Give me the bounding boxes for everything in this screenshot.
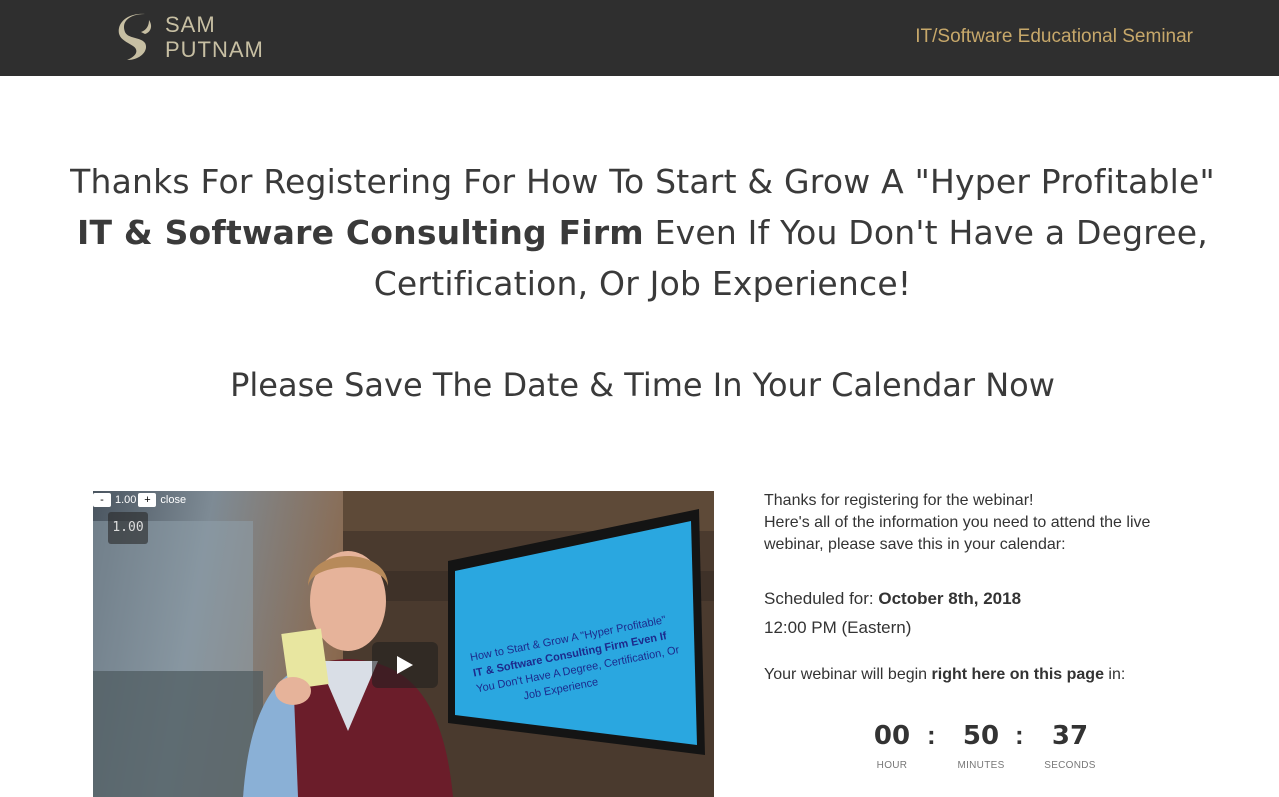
headline-part-1: Thanks For Registering For How To Start …: [70, 162, 1215, 201]
countdown-minutes-label: MINUTES: [957, 760, 1005, 771]
scheduled-date: October 8th, 2018: [878, 589, 1022, 608]
intro-line-2: Here's all of the information you need t…: [764, 514, 1151, 553]
speed-badge: 1.00: [108, 512, 148, 544]
begin-text: Your webinar will begin right here on th…: [764, 664, 1194, 686]
countdown-separator: :: [927, 720, 936, 750]
schedule-block: Scheduled for: October 8th, 2018 12:00 P…: [764, 584, 1194, 642]
countdown-minutes: 50 MINUTES: [951, 716, 1011, 771]
logo-line-1: SAM: [165, 12, 216, 37]
intro-line-1: Thanks for registering for the webinar!: [764, 492, 1034, 509]
countdown-minutes-value: 50: [962, 721, 1000, 751]
play-icon: [397, 656, 413, 674]
countdown-separator: :: [1015, 720, 1024, 750]
countdown-seconds: 37 SECONDS: [1040, 716, 1100, 771]
headline-bold: IT & Software Consulting Firm: [77, 213, 644, 252]
scheduled-label: Scheduled for:: [764, 589, 879, 608]
begin-suffix: in:: [1103, 666, 1126, 683]
countdown-hours-label: HOUR: [876, 760, 908, 771]
webinar-info: Thanks for registering for the webinar! …: [764, 490, 1194, 686]
countdown-hours-value: 00: [873, 721, 911, 751]
sam-putnam-logo[interactable]: SAM PUTNAM: [115, 10, 275, 66]
scheduled-time: 12:00 PM (Eastern): [764, 618, 912, 637]
logo-text: SAM PUTNAM: [165, 12, 264, 62]
top-bar: SAM PUTNAM IT/Software Educational Semin…: [0, 0, 1279, 76]
speed-close-link[interactable]: close: [160, 494, 186, 506]
header-tagline: IT/Software Educational Seminar: [915, 26, 1193, 47]
playback-speed-controls: - 1.00 + close: [93, 492, 186, 508]
page-subheadline: Please Save The Date & Time In Your Cale…: [230, 366, 1055, 404]
countdown-timer: 00 HOUR : 50 MINUTES : 37 SECONDS: [860, 716, 1110, 776]
intro-text: Thanks for registering for the webinar! …: [764, 490, 1194, 556]
countdown-seconds-value: 37: [1051, 721, 1089, 751]
speed-decrease-button[interactable]: -: [93, 493, 111, 507]
speed-increase-button[interactable]: +: [138, 493, 157, 507]
s-logo-icon: [118, 13, 152, 60]
begin-prefix: Your webinar will begin: [764, 666, 932, 683]
begin-bold: right here on this page: [931, 666, 1104, 683]
countdown-hours: 00 HOUR: [862, 716, 922, 771]
countdown-seconds-label: SECONDS: [1044, 760, 1096, 771]
page-headline: Thanks For Registering For How To Start …: [60, 156, 1225, 309]
speed-value: 1.00: [115, 494, 137, 506]
logo-line-2: PUTNAM: [165, 37, 264, 62]
play-button[interactable]: [372, 642, 438, 688]
